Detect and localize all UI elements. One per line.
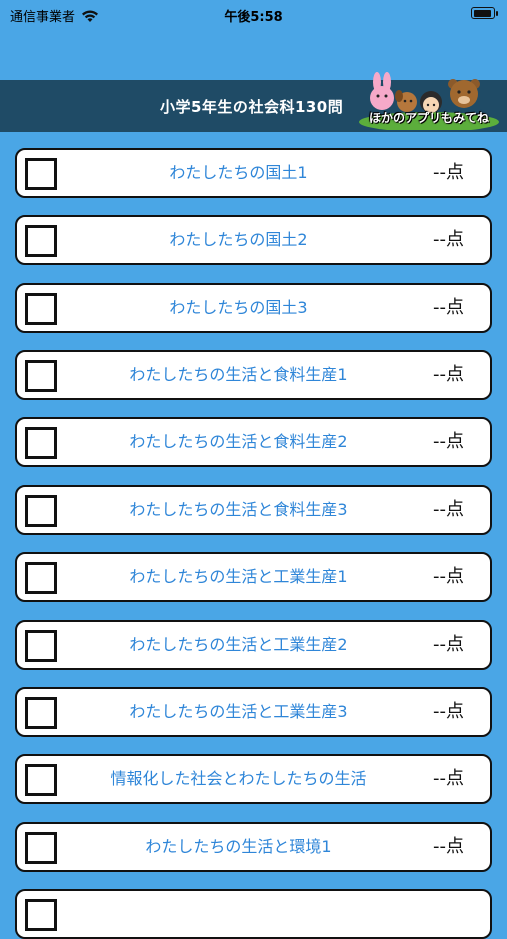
unit-title[interactable]: わたしたちの国土2 bbox=[67, 217, 410, 263]
checkbox[interactable] bbox=[25, 293, 57, 325]
checkbox[interactable] bbox=[25, 764, 57, 796]
list-item[interactable]: わたしたちの生活と食料生産2 --点 bbox=[15, 417, 492, 467]
list-item[interactable]: わたしたちの国土3 --点 bbox=[15, 283, 492, 333]
checkbox[interactable] bbox=[25, 832, 57, 864]
unit-score: --点 bbox=[433, 701, 464, 722]
unit-score: --点 bbox=[433, 229, 464, 250]
unit-title[interactable]: わたしたちの生活と環境1 bbox=[67, 824, 410, 870]
status-time: 午後5:58 bbox=[224, 10, 283, 25]
list-item[interactable]: わたしたちの生活と工業生産1 --点 bbox=[15, 552, 492, 602]
status-bar: 通信事業者 午後5:58 bbox=[0, 0, 507, 28]
unit-score: --点 bbox=[433, 566, 464, 587]
list-item[interactable]: わたしたちの国土2 --点 bbox=[15, 215, 492, 265]
unit-score: --点 bbox=[433, 768, 464, 789]
unit-title[interactable]: 情報化した社会とわたしたちの生活 bbox=[67, 756, 410, 802]
unit-title[interactable]: わたしたちの生活と工業生産3 bbox=[67, 689, 410, 735]
unit-title[interactable]: わたしたちの生活と工業生産2 bbox=[67, 622, 410, 668]
page-title: 小学5年生の社会科130問 bbox=[160, 98, 344, 116]
unit-score: --点 bbox=[433, 162, 464, 183]
list-item[interactable] bbox=[15, 889, 492, 939]
checkbox[interactable] bbox=[25, 495, 57, 527]
checkbox[interactable] bbox=[25, 360, 57, 392]
checkbox[interactable] bbox=[25, 697, 57, 729]
checkbox[interactable] bbox=[25, 562, 57, 594]
unit-score: --点 bbox=[433, 836, 464, 857]
unit-title[interactable]: わたしたちの生活と食料生産3 bbox=[67, 487, 410, 533]
list-item[interactable]: わたしたちの生活と工業生産2 --点 bbox=[15, 620, 492, 670]
unit-title[interactable]: わたしたちの生活と食料生産2 bbox=[67, 419, 410, 465]
unit-title[interactable]: わたしたちの国土3 bbox=[67, 285, 410, 331]
battery-icon bbox=[471, 7, 498, 19]
list-item[interactable]: わたしたちの国土1 --点 bbox=[15, 148, 492, 198]
unit-score: --点 bbox=[433, 297, 464, 318]
unit-title[interactable] bbox=[67, 891, 410, 937]
checkbox[interactable] bbox=[25, 158, 57, 190]
checkbox[interactable] bbox=[25, 630, 57, 662]
unit-score: --点 bbox=[433, 364, 464, 385]
unit-title[interactable]: わたしたちの生活と食料生産1 bbox=[67, 352, 410, 398]
list-item[interactable]: 情報化した社会とわたしたちの生活 --点 bbox=[15, 754, 492, 804]
list-item[interactable]: わたしたちの生活と工業生産3 --点 bbox=[15, 687, 492, 737]
list-item[interactable]: わたしたちの生活と環境1 --点 bbox=[15, 822, 492, 872]
unit-title[interactable]: わたしたちの生活と工業生産1 bbox=[67, 554, 410, 600]
other-apps-banner[interactable]: ほかのアプリもみてね bbox=[359, 70, 499, 132]
unit-score: --点 bbox=[433, 431, 464, 452]
other-apps-label: ほかのアプリもみてね bbox=[368, 111, 489, 125]
list-item[interactable]: わたしたちの生活と食料生産1 --点 bbox=[15, 350, 492, 400]
unit-title[interactable]: わたしたちの国土1 bbox=[67, 150, 410, 196]
list-item[interactable]: わたしたちの生活と食料生産3 --点 bbox=[15, 485, 492, 535]
checkbox[interactable] bbox=[25, 899, 57, 931]
checkbox[interactable] bbox=[25, 225, 57, 257]
checkbox[interactable] bbox=[25, 427, 57, 459]
header-bar: 小学5年生の社会科130問 ほかのアプリもみてね bbox=[0, 72, 507, 132]
unit-score: --点 bbox=[433, 499, 464, 520]
unit-score: --点 bbox=[433, 634, 464, 655]
